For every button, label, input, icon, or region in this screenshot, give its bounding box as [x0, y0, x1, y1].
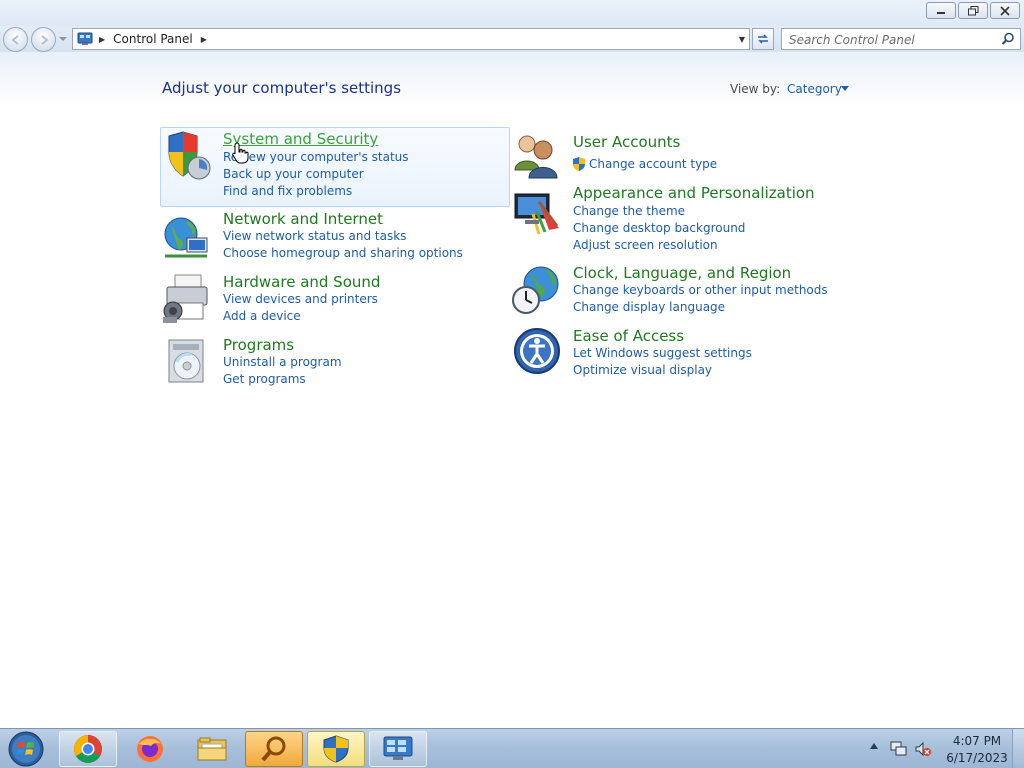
firefox-icon [137, 736, 163, 762]
taskbar-control-panel[interactable] [369, 731, 427, 767]
link-network-status[interactable]: View network status and tasks [223, 229, 406, 243]
shield-icon [168, 131, 211, 180]
address-history-dropdown-icon[interactable]: ▼ [739, 35, 745, 44]
window-title-bar [0, 0, 1024, 26]
view-by-dropdown-arrow-icon[interactable] [841, 86, 849, 91]
view-by-label: View by: [730, 82, 781, 96]
address-bar[interactable]: ▶ Control Panel ▶ ▼ [72, 28, 750, 50]
restore-button[interactable] [958, 2, 988, 19]
start-button[interactable] [6, 731, 46, 767]
link-change-theme[interactable]: Change the theme [573, 204, 685, 218]
hand-cursor-icon [232, 142, 249, 164]
refresh-button[interactable] [752, 28, 774, 50]
forward-button[interactable] [31, 27, 56, 52]
globe-clock-icon [512, 266, 559, 314]
programs-disc-icon [168, 339, 204, 383]
link-review-status[interactable]: Review your computer's status [223, 150, 409, 164]
category-title[interactable]: Programs [223, 336, 294, 354]
category-title[interactable]: User Accounts [573, 133, 680, 151]
forward-arrow-icon [41, 35, 49, 45]
link-windows-suggest-settings[interactable]: Let Windows suggest settings [573, 346, 752, 360]
taskbar-file-explorer[interactable] [183, 731, 241, 767]
minimize-button[interactable] [926, 2, 956, 19]
taskbar: 4:07 PM 6/17/2023 [0, 728, 1024, 768]
system-tray: 4:07 PM 6/17/2023 [862, 729, 1024, 768]
breadcrumb-control-panel[interactable]: Control Panel [113, 32, 193, 46]
clock-date[interactable]: 6/17/2023 [944, 751, 1010, 765]
back-arrow-icon [11, 35, 19, 45]
control-panel-small-icon [77, 32, 93, 45]
view-by-dropdown[interactable]: Category [787, 82, 842, 96]
link-optimize-visual-display[interactable]: Optimize visual display [573, 363, 712, 377]
link-backup[interactable]: Back up your computer [223, 167, 364, 181]
control-panel-icon [383, 736, 413, 760]
close-button[interactable] [990, 2, 1020, 19]
link-display-language[interactable]: Change display language [573, 300, 725, 314]
category-ease-of-access[interactable]: Ease of Access Let Windows suggest setti… [511, 325, 851, 381]
ease-of-access-icon [514, 328, 560, 374]
restore-icon [967, 5, 978, 15]
category-title[interactable]: Network and Internet [223, 210, 383, 228]
network-icon[interactable] [890, 741, 908, 757]
link-add-device[interactable]: Add a device [223, 309, 301, 323]
show-hidden-icons-icon[interactable] [870, 743, 878, 749]
users-icon [514, 135, 558, 179]
category-title[interactable]: Clock, Language, and Region [573, 264, 791, 282]
breadcrumb-separator-icon[interactable]: ▶ [201, 35, 207, 44]
category-user-accounts[interactable]: User Accounts Change account type [511, 130, 851, 180]
link-screen-resolution[interactable]: Adjust screen resolution [573, 238, 718, 252]
taskbar-firefox[interactable] [121, 731, 179, 767]
search-magnifier-icon [261, 736, 286, 762]
taskbar-chrome[interactable] [59, 731, 117, 767]
page-title: Adjust your computer's settings [162, 79, 402, 97]
search-icon[interactable] [1001, 32, 1015, 46]
address-toolbar: ▶ Control Panel ▶ ▼ [0, 26, 1024, 52]
breadcrumb-separator-icon[interactable]: ▶ [99, 35, 105, 44]
monitor-paint-icon [514, 193, 559, 235]
close-icon [1000, 5, 1010, 16]
category-title[interactable]: Appearance and Personalization [573, 184, 815, 202]
category-title[interactable]: Ease of Access [573, 327, 684, 345]
refresh-icon [758, 34, 768, 44]
taskbar-search-app[interactable] [245, 731, 303, 767]
back-button[interactable] [3, 27, 28, 52]
clock-time[interactable]: 4:07 PM [952, 734, 1002, 748]
security-shield-icon [323, 735, 349, 763]
taskbar-action-center[interactable] [307, 731, 365, 767]
printer-speaker-icon [163, 274, 208, 323]
window-controls [926, 2, 1020, 19]
category-network-internet[interactable]: Network and Internet View network status… [161, 210, 510, 270]
category-appearance[interactable]: Appearance and Personalization Change th… [511, 182, 851, 254]
link-homegroup[interactable]: Choose homegroup and sharing options [223, 246, 463, 260]
link-get-programs[interactable]: Get programs [223, 372, 306, 386]
recent-pages-dropdown-icon[interactable] [58, 34, 68, 44]
category-title[interactable]: Hardware and Sound [223, 273, 380, 291]
control-panel-content: Adjust your computer's settings View by:… [0, 52, 1024, 728]
file-explorer-icon [197, 737, 227, 761]
show-desktop-button[interactable] [1012, 729, 1024, 768]
search-box[interactable] [781, 28, 1021, 50]
volume-muted-icon[interactable] [914, 741, 932, 757]
link-uninstall[interactable]: Uninstall a program [223, 355, 342, 369]
search-input[interactable] [789, 30, 999, 50]
minimize-icon [937, 11, 945, 14]
link-devices-printers[interactable]: View devices and printers [223, 292, 378, 306]
category-programs[interactable]: Programs Uninstall a program Get program… [161, 336, 510, 396]
category-clock-language-region[interactable]: Clock, Language, and Region Change keybo… [511, 262, 851, 318]
uac-shield-icon [573, 157, 585, 171]
category-system-security[interactable]: System and Security Review your computer… [160, 127, 510, 207]
link-find-fix[interactable]: Find and fix problems [223, 184, 352, 198]
link-change-keyboards[interactable]: Change keyboards or other input methods [573, 283, 828, 297]
link-desktop-background[interactable]: Change desktop background [573, 221, 745, 235]
category-hardware-sound[interactable]: Hardware and Sound View devices and prin… [161, 273, 510, 333]
link-change-account-type[interactable]: Change account type [589, 157, 717, 171]
network-globe-icon [164, 217, 208, 258]
chrome-icon [74, 735, 102, 763]
